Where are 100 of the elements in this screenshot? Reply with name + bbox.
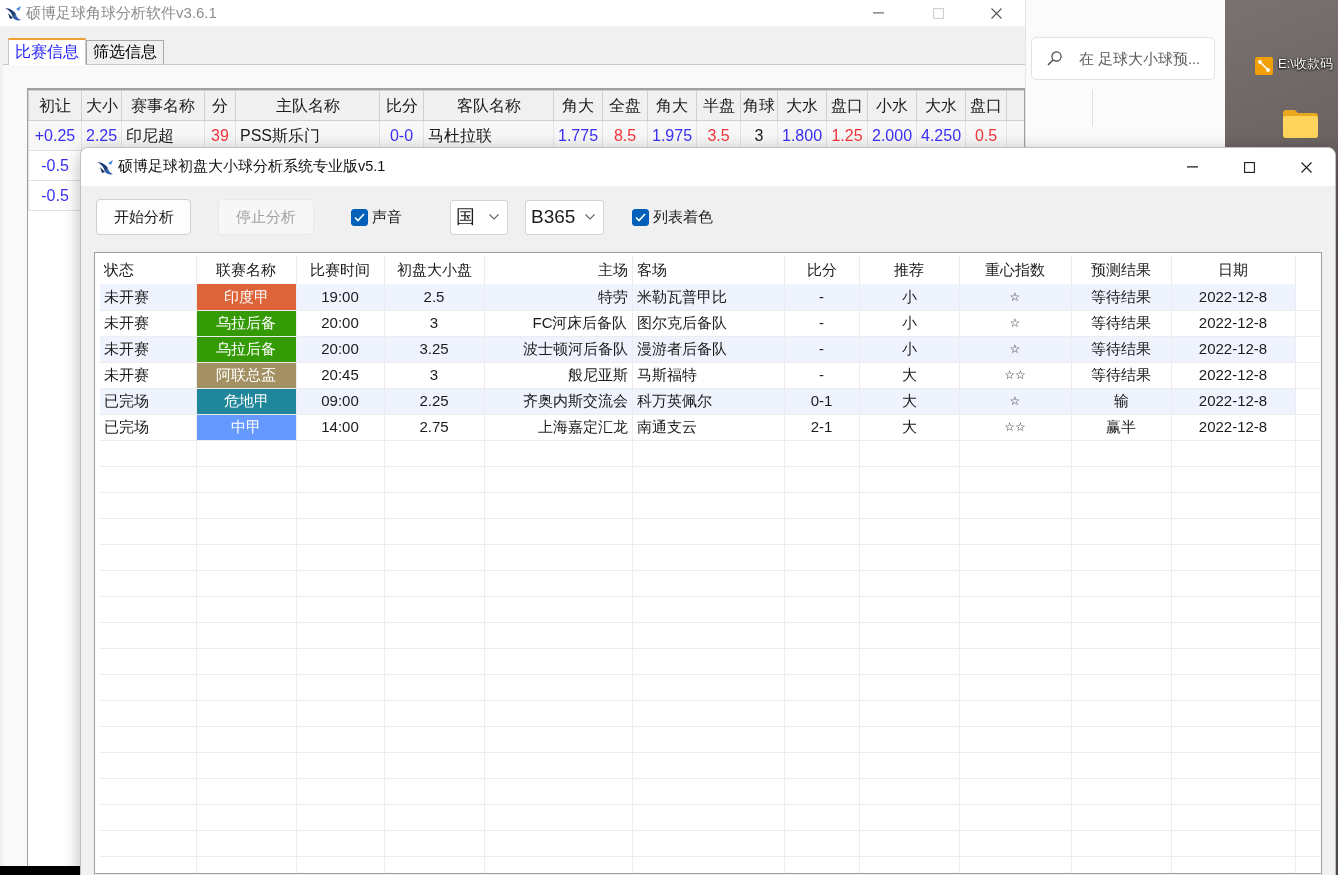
- column-header[interactable]: 比分: [784, 256, 859, 284]
- table-cell: -: [784, 362, 859, 388]
- column-header[interactable]: 大小: [81, 90, 122, 121]
- league-cell: 中甲: [196, 414, 296, 440]
- column-header[interactable]: 角球: [740, 90, 778, 121]
- column-header[interactable]: 小水: [867, 90, 917, 121]
- table-cell: 2022-12-8: [1171, 336, 1295, 362]
- chevron-down-icon: [585, 214, 595, 220]
- table-cell: 20:45: [296, 362, 384, 388]
- table-cell: 赢半: [1071, 414, 1171, 440]
- table-cell: 3: [384, 310, 484, 336]
- table-cell: -: [784, 336, 859, 362]
- table-cell: 米勒瓦普甲比: [632, 284, 784, 310]
- window-title: 硕博足球初盘大小球分析系统专业版v5.1: [118, 158, 386, 176]
- table-cell: 14:00: [296, 414, 384, 440]
- column-header[interactable]: 客队名称: [423, 90, 554, 121]
- shortcut-icon[interactable]: [1255, 57, 1273, 75]
- column-header[interactable]: 预测结果: [1071, 256, 1171, 284]
- column-header[interactable]: 初盘大小盘: [384, 256, 484, 284]
- table-cell: 已完场: [100, 388, 196, 414]
- table-cell: 2-1: [784, 414, 859, 440]
- table-cell: 漫游者后备队: [632, 336, 784, 362]
- table-cell: 2022-12-8: [1171, 388, 1295, 414]
- table-cell: 未开赛: [100, 336, 196, 362]
- table-cell: 2022-12-8: [1171, 362, 1295, 388]
- table-cell: 大: [859, 414, 959, 440]
- table-cell: 未开赛: [100, 310, 196, 336]
- table-cell: 齐奥内斯交流会: [484, 388, 632, 414]
- column-header[interactable]: 角大: [553, 90, 603, 121]
- window-title: 硕博足球角球分析软件v3.6.1: [26, 4, 217, 22]
- toolbar-button[interactable]: 开始分析: [96, 199, 191, 235]
- dropdown[interactable]: B365: [525, 199, 604, 235]
- table-cell: 大: [859, 388, 959, 414]
- column-header[interactable]: 比分: [379, 90, 424, 121]
- league-cell: 危地甲: [196, 388, 296, 414]
- desktop-icon-label[interactable]: E:\收款码: [1278, 56, 1333, 72]
- table-cell: -0.5: [28, 180, 82, 211]
- table-cell: 2.5: [384, 284, 484, 310]
- folder-icon[interactable]: [1283, 110, 1318, 138]
- table-cell: 等待结果: [1071, 310, 1171, 336]
- table-cell: 波士顿河后备队: [484, 336, 632, 362]
- minimize-icon: [872, 12, 884, 14]
- tab[interactable]: 筛选信息: [86, 40, 164, 64]
- column-header[interactable]: 大水: [916, 90, 966, 121]
- column-header[interactable]: 全盘: [602, 90, 648, 121]
- column-header[interactable]: 初让: [28, 90, 82, 121]
- table-cell: 输: [1071, 388, 1171, 414]
- bird-logo-icon: [4, 5, 22, 21]
- table-cell: 未开赛: [100, 362, 196, 388]
- league-cell: 阿联总盃: [196, 362, 296, 388]
- table-cell: -: [784, 284, 859, 310]
- checkbox[interactable]: 声音: [351, 208, 402, 226]
- minimize-icon: [1187, 166, 1198, 168]
- table-cell: 马斯福特: [632, 362, 784, 388]
- chevron-down-icon: [489, 214, 499, 220]
- table-cell: 2022-12-8: [1171, 414, 1295, 440]
- column-header[interactable]: 客场: [632, 256, 784, 284]
- maximize-icon: [932, 7, 944, 19]
- close-icon: [1301, 161, 1312, 173]
- table-cell: ☆☆: [959, 414, 1071, 440]
- table-cell: -0.5: [28, 150, 82, 181]
- league-cell: 乌拉后备: [196, 336, 296, 362]
- column-header[interactable]: 主场: [484, 256, 632, 284]
- table-cell: 20:00: [296, 310, 384, 336]
- checkbox[interactable]: 列表着色: [632, 208, 713, 226]
- bird-logo-icon: [96, 159, 114, 175]
- column-header[interactable]: 主队名称: [235, 90, 380, 121]
- search-field[interactable]: 在 足球大小球预...: [1031, 37, 1215, 80]
- table-cell: ☆: [959, 336, 1071, 362]
- table-cell: 般尼亚斯: [484, 362, 632, 388]
- column-header[interactable]: 状态: [100, 256, 196, 284]
- table-cell: 09:00: [296, 388, 384, 414]
- search-icon: [1047, 51, 1062, 66]
- column-header[interactable]: 角大: [647, 90, 697, 121]
- tab[interactable]: 比赛信息: [8, 38, 86, 65]
- column-header[interactable]: 赛事名称: [121, 90, 205, 121]
- table-cell: +0.25: [28, 120, 82, 151]
- column-header[interactable]: 比赛时间: [296, 256, 384, 284]
- table-cell: 未开赛: [100, 284, 196, 310]
- table-cell: 特劳: [484, 284, 632, 310]
- column-header[interactable]: 联赛名称: [196, 256, 296, 284]
- table-cell: 3.25: [384, 336, 484, 362]
- column-header[interactable]: 推荐: [859, 256, 959, 284]
- table-cell: 3: [384, 362, 484, 388]
- dropdown[interactable]: 国: [450, 199, 508, 235]
- table-cell: -: [784, 310, 859, 336]
- column-header[interactable]: 重心指数: [959, 256, 1071, 284]
- column-header[interactable]: 盘口: [826, 90, 868, 121]
- table-cell: 等待结果: [1071, 362, 1171, 388]
- column-header[interactable]: 日期: [1171, 256, 1295, 284]
- table-cell: 图尔克后备队: [632, 310, 784, 336]
- table-cell: 19:00: [296, 284, 384, 310]
- table-cell: 等待结果: [1071, 284, 1171, 310]
- column-header[interactable]: 分: [204, 90, 236, 121]
- column-header[interactable]: 盘口: [965, 90, 1007, 121]
- table-cell: 等待结果: [1071, 336, 1171, 362]
- column-header[interactable]: 大水: [777, 90, 827, 121]
- column-header[interactable]: 半盘: [696, 90, 741, 121]
- table-cell: 2.75: [384, 414, 484, 440]
- table-cell: 南通支云: [632, 414, 784, 440]
